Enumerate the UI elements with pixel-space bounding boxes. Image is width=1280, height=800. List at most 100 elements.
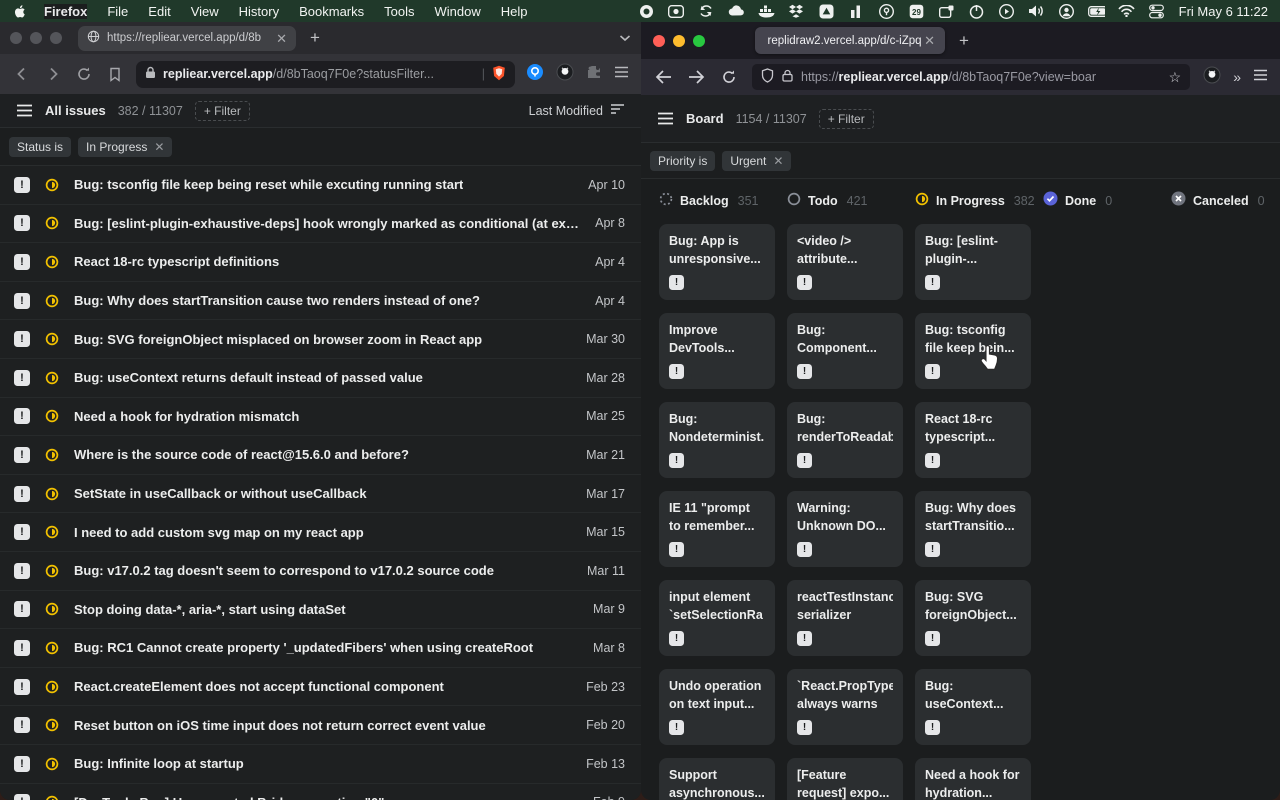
- github-avatar-icon[interactable]: [1203, 66, 1221, 89]
- filter-chip[interactable]: Urgent ✕: [722, 151, 791, 171]
- wifi-icon[interactable]: [1118, 3, 1135, 20]
- issue-row[interactable]: ! React 18-rc typescript definitions Apr…: [0, 243, 641, 282]
- extensions-icon[interactable]: [586, 64, 602, 85]
- menu-bookmarks[interactable]: Bookmarks: [299, 4, 364, 19]
- issue-card[interactable]: Improve DevTools... !: [659, 313, 775, 389]
- sidebar-toggle-icon[interactable]: [657, 112, 674, 125]
- issue-row[interactable]: ! Where is the source code of react@15.6…: [0, 436, 641, 475]
- priority-urgent-icon[interactable]: !: [14, 177, 30, 193]
- priority-urgent-icon[interactable]: !: [14, 254, 30, 270]
- cloud-icon[interactable]: [728, 3, 745, 20]
- issue-card[interactable]: Bug: useContext... !: [915, 669, 1031, 745]
- issue-row[interactable]: ! Reset button on iOS time input does no…: [0, 706, 641, 745]
- issue-card[interactable]: Need a hook for hydration... !: [915, 758, 1031, 800]
- status-in-progress-icon[interactable]: [45, 409, 59, 423]
- status-in-progress-icon[interactable]: [45, 255, 59, 269]
- new-tab-button[interactable]: +: [959, 31, 969, 51]
- control-center-icon[interactable]: [1148, 3, 1165, 20]
- status-in-progress-icon[interactable]: [45, 487, 59, 501]
- menu-file[interactable]: File: [107, 4, 128, 19]
- issue-row[interactable]: ! SetState in useCallback or without use…: [0, 475, 641, 514]
- priority-urgent-icon[interactable]: !: [14, 756, 30, 772]
- minimize-window-button[interactable]: [30, 32, 42, 44]
- menubar-clock[interactable]: Fri May 6 11:22: [1179, 4, 1268, 19]
- priority-urgent-icon[interactable]: !: [14, 679, 30, 695]
- issue-row[interactable]: ! Stop doing data-*, aria-*, start using…: [0, 591, 641, 630]
- account-icon[interactable]: [1058, 3, 1075, 20]
- menu-firefox[interactable]: Firefox: [44, 4, 87, 19]
- issue-card[interactable]: `React.PropTypes always warns ab !: [787, 669, 903, 745]
- github-avatar-icon[interactable]: [556, 63, 574, 86]
- remove-filter-icon[interactable]: ✕: [154, 141, 164, 153]
- issue-row[interactable]: ! I need to add custom svg map on my rea…: [0, 513, 641, 552]
- menu-window[interactable]: Window: [435, 4, 481, 19]
- docker-icon[interactable]: [758, 3, 775, 20]
- issue-card[interactable]: Bug: renderToReadab !: [787, 402, 903, 478]
- sort-control[interactable]: Last Modified: [529, 103, 625, 118]
- issue-row[interactable]: ! Bug: SVG foreignObject misplaced on br…: [0, 320, 641, 359]
- status-in-progress-icon[interactable]: [45, 795, 59, 800]
- play-circle-icon[interactable]: [998, 3, 1015, 20]
- priority-urgent-icon[interactable]: !: [14, 408, 30, 424]
- camera-icon[interactable]: [668, 3, 685, 20]
- priority-urgent-icon[interactable]: !: [14, 447, 30, 463]
- status-in-progress-icon[interactable]: [45, 525, 59, 539]
- issue-card[interactable]: Bug: [eslint-plugin-... !: [915, 224, 1031, 300]
- tracking-shield-icon[interactable]: [761, 68, 774, 86]
- close-tab-icon[interactable]: ✕: [924, 34, 935, 47]
- zoom-window-button[interactable]: [50, 32, 62, 44]
- issue-row[interactable]: ! React.createElement does not accept fu…: [0, 668, 641, 707]
- 1password-icon[interactable]: [526, 63, 544, 86]
- issue-card[interactable]: Bug: Nondeterminist. !: [659, 402, 775, 478]
- priority-urgent-icon[interactable]: !: [14, 331, 30, 347]
- close-tab-icon[interactable]: ✕: [276, 32, 287, 45]
- priority-urgent-icon[interactable]: !: [14, 293, 30, 309]
- status-in-progress-icon[interactable]: [45, 564, 59, 578]
- issue-card[interactable]: [Feature request] expo... !: [787, 758, 903, 800]
- priority-urgent-icon[interactable]: !: [14, 524, 30, 540]
- screen-record-icon[interactable]: [638, 3, 655, 20]
- priority-urgent-icon[interactable]: !: [14, 370, 30, 386]
- zoom-window-button[interactable]: [693, 35, 705, 47]
- volume-icon[interactable]: [1028, 3, 1045, 20]
- issue-card[interactable]: Undo operation on text input... !: [659, 669, 775, 745]
- priority-urgent-icon[interactable]: !: [14, 794, 30, 800]
- power-icon[interactable]: [968, 3, 985, 20]
- menu-icon[interactable]: [1253, 68, 1268, 86]
- priority-urgent-icon[interactable]: !: [14, 640, 30, 656]
- menu-help[interactable]: Help: [501, 4, 528, 19]
- vercel-icon[interactable]: [818, 3, 835, 20]
- issue-card[interactable]: reactTestInstance serializer !: [787, 580, 903, 656]
- priority-urgent-icon[interactable]: !: [14, 717, 30, 733]
- status-in-progress-icon[interactable]: [45, 178, 59, 192]
- close-window-button[interactable]: [10, 32, 22, 44]
- menu-icon[interactable]: [614, 65, 629, 83]
- stats-bars-icon[interactable]: [848, 3, 865, 20]
- right-url-bar[interactable]: https://repliear.vercel.app/d/8bTaoq7F0e…: [752, 64, 1190, 90]
- issue-card[interactable]: React 18-rc typescript... !: [915, 402, 1031, 478]
- sidebar-toggle-icon[interactable]: [16, 104, 33, 117]
- bookmark-icon[interactable]: [105, 64, 125, 84]
- dropbox-icon[interactable]: [788, 3, 805, 20]
- status-in-progress-icon[interactable]: [45, 680, 59, 694]
- issue-row[interactable]: ! Bug: Infinite loop at startup Feb 13: [0, 745, 641, 784]
- status-in-progress-icon[interactable]: [45, 216, 59, 230]
- reload-icon[interactable]: [719, 67, 739, 87]
- status-in-progress-icon[interactable]: [45, 332, 59, 346]
- reload-icon[interactable]: [74, 64, 94, 84]
- issue-card[interactable]: Bug: Why does startTransitio... !: [915, 491, 1031, 567]
- apple-menu-icon[interactable]: [12, 4, 28, 19]
- issue-card[interactable]: Bug: Component... !: [787, 313, 903, 389]
- new-tab-button[interactable]: +: [310, 28, 320, 48]
- back-icon[interactable]: [12, 64, 32, 84]
- forward-icon[interactable]: [43, 64, 63, 84]
- remove-filter-icon[interactable]: ✕: [773, 155, 783, 167]
- issue-card[interactable]: <video /> attribute... !: [787, 224, 903, 300]
- close-window-button[interactable]: [653, 35, 665, 47]
- issue-card[interactable]: Support asynchronous... !: [659, 758, 775, 800]
- brave-shield-icon[interactable]: [492, 65, 506, 84]
- issue-card[interactable]: input element `setSelectionRa !: [659, 580, 775, 656]
- issue-row[interactable]: ! Bug: Why does startTransition cause tw…: [0, 282, 641, 321]
- priority-urgent-icon[interactable]: !: [14, 601, 30, 617]
- filter-chip[interactable]: Priority is ✕: [650, 151, 715, 171]
